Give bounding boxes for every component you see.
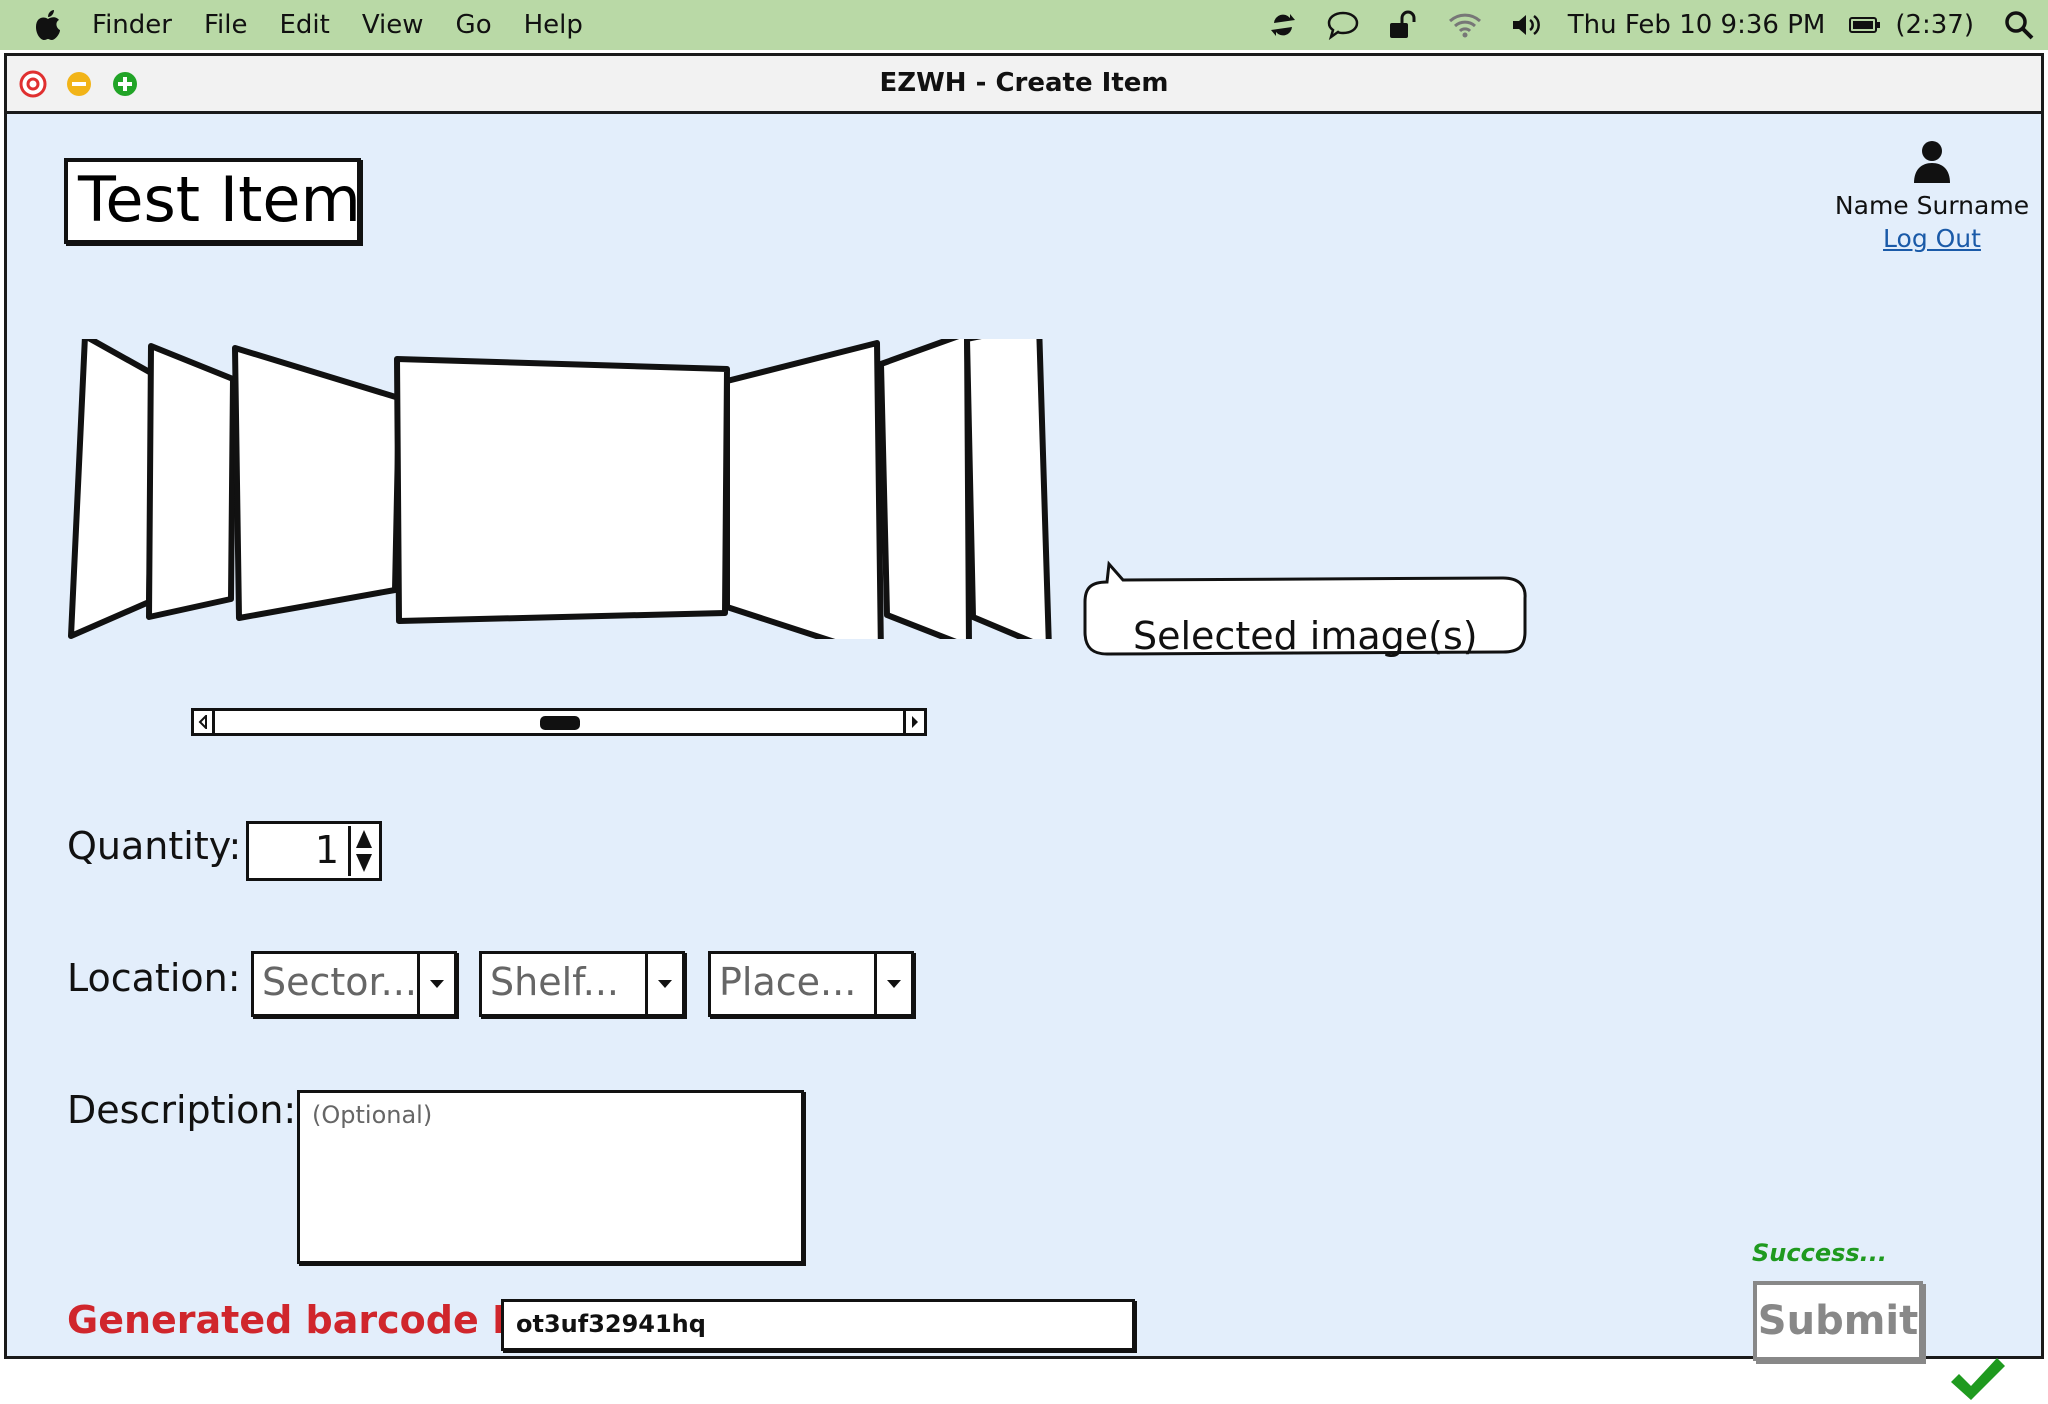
user-block: Name Surname Log Out — [1827, 139, 2037, 253]
chevron-down-icon[interactable] — [874, 954, 911, 1014]
success-status: Success... — [1752, 1239, 1888, 1267]
image-carousel[interactable] — [63, 339, 1059, 639]
carousel-image-left-1 — [232, 345, 402, 621]
description-textarea[interactable]: (Optional) — [297, 1090, 804, 1264]
scroll-left-icon[interactable] — [194, 711, 215, 733]
chat-bubble-icon[interactable] — [1326, 10, 1360, 40]
menu-view[interactable]: View — [362, 10, 424, 40]
carousel-image-right-2 — [878, 339, 972, 639]
menu-bar: Finder File Edit View Go Help Thu Feb 10… — [0, 0, 2048, 50]
menu-go[interactable]: Go — [456, 10, 492, 40]
menu-edit[interactable]: Edit — [279, 10, 329, 40]
barcode-value: ot3uf32941hq — [516, 1310, 706, 1338]
location-label: Location: — [67, 956, 241, 1000]
description-placeholder: (Optional) — [312, 1101, 433, 1129]
place-dropdown[interactable]: Place... — [708, 951, 914, 1017]
quantity-spinner[interactable] — [348, 826, 377, 876]
create-item-form: Test Item Name Surname Log Out Selected … — [7, 114, 2041, 1400]
carousel-image-left-2 — [146, 343, 236, 620]
user-icon — [1914, 141, 1950, 183]
description-label: Description: — [67, 1088, 297, 1132]
quantity-label: Quantity: — [67, 824, 242, 868]
chevron-down-icon[interactable] — [417, 954, 454, 1014]
window-title: EZWH - Create Item — [879, 68, 1169, 98]
menu-help[interactable]: Help — [524, 10, 583, 40]
callout-text: Selected image(s) — [1133, 614, 1478, 658]
submit-button[interactable]: Submit — [1753, 1281, 1923, 1361]
menu-file[interactable]: File — [204, 10, 248, 40]
shelf-dropdown[interactable]: Shelf... — [479, 951, 685, 1017]
app-window: EZWH - Create Item Test Item Name Surnam… — [4, 53, 2044, 1400]
sync-icon[interactable] — [1268, 10, 1298, 40]
unlock-icon[interactable] — [1388, 10, 1420, 40]
scroll-right-icon[interactable] — [903, 711, 924, 733]
selected-images-callout: Selected image(s) — [1083, 542, 1528, 682]
barcode-field[interactable]: ot3uf32941hq — [501, 1299, 1135, 1351]
quantity-value[interactable]: 1 — [315, 828, 339, 872]
volume-icon[interactable] — [1510, 11, 1544, 39]
quantity-stepper[interactable]: 1 — [246, 821, 382, 881]
carousel-image-center — [394, 356, 730, 624]
sector-dropdown-value: Sector... — [262, 960, 417, 1004]
menu-finder[interactable]: Finder — [92, 10, 172, 40]
carousel-scrollbar[interactable] — [191, 708, 927, 736]
barcode-label: Generated barcode ID: — [67, 1298, 553, 1342]
scrollbar-thumb[interactable] — [540, 716, 580, 730]
item-title: Test Item — [64, 158, 361, 244]
carousel-image-right-1 — [724, 340, 884, 639]
wifi-icon[interactable] — [1448, 11, 1482, 39]
title-bar: EZWH - Create Item — [7, 56, 2041, 114]
chevron-down-icon[interactable] — [645, 954, 682, 1014]
battery-text[interactable]: (2:37) — [1895, 10, 1974, 40]
search-icon[interactable] — [2004, 10, 2034, 40]
battery-icon[interactable] — [1849, 15, 1881, 35]
carousel-image-right-3 — [964, 339, 1052, 639]
logout-link[interactable]: Log Out — [1883, 224, 1981, 253]
user-name: Name Surname — [1834, 191, 2030, 220]
decrement-icon — [356, 854, 372, 872]
sector-dropdown[interactable]: Sector... — [251, 951, 457, 1017]
place-dropdown-value: Place... — [719, 960, 857, 1004]
shelf-dropdown-value: Shelf... — [490, 960, 619, 1004]
increment-icon — [356, 830, 372, 848]
clock-text[interactable]: Thu Feb 10 9:36 PM — [1568, 10, 1826, 40]
apple-icon[interactable] — [34, 9, 62, 41]
carousel-image-left-3 — [68, 339, 156, 639]
